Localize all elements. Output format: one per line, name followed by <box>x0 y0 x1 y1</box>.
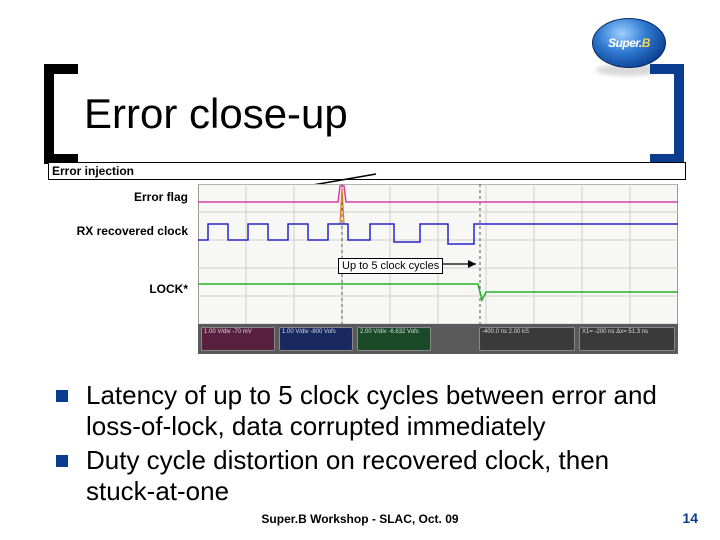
bracket-right-icon <box>650 64 684 164</box>
square-bullet-icon <box>56 455 68 467</box>
title-row: Error close-up <box>44 64 684 164</box>
logo-text-super: Super. <box>608 36 642 50</box>
square-bullet-icon <box>56 390 68 402</box>
oscilloscope-figure: Error injection Error flag RX recovered … <box>48 162 686 354</box>
bullet-text: Latency of up to 5 clock cycles between … <box>86 380 680 441</box>
bracket-left-icon <box>44 64 78 164</box>
page-number: 14 <box>682 510 698 526</box>
footer-text: Super.B Workshop - SLAC, Oct. 09 <box>0 512 720 526</box>
bullet-item: Latency of up to 5 clock cycles between … <box>56 380 680 441</box>
measure-timebase: -400.0 ns 2.00 kS <box>479 327 575 351</box>
measure-ch3: 2.00 V/div -6.632 Vofs <box>357 327 431 351</box>
measure-trigger: X1= -200 ns Δx= 51.3 ns <box>579 327 675 351</box>
bullet-text: Duty cycle distortion on recovered clock… <box>86 445 680 506</box>
scope-measurement-bar: 1.00 V/div -70 mV 1.00 V/div -800 Vofs 2… <box>198 324 678 354</box>
scope-waveforms <box>198 184 678 324</box>
bullet-list: Latency of up to 5 clock cycles between … <box>56 380 680 511</box>
label-rx-recovered-clock: RX recovered clock <box>48 224 188 238</box>
measure-ch2: 1.00 V/div -800 Vofs <box>279 327 353 351</box>
label-error-flag: Error flag <box>48 190 188 204</box>
logo-text-b: B <box>642 36 650 50</box>
superb-logo: Super.B <box>592 18 666 68</box>
label-lock-star: LOCK* <box>48 282 188 296</box>
measure-ch1: 1.00 V/div -70 mV <box>201 327 275 351</box>
slide-title: Error close-up <box>84 90 650 138</box>
slide: Super.B Error close-up Error injection E… <box>0 0 720 540</box>
label-up-to-5-cycles: Up to 5 clock cycles <box>338 258 443 274</box>
bullet-item: Duty cycle distortion on recovered clock… <box>56 445 680 506</box>
